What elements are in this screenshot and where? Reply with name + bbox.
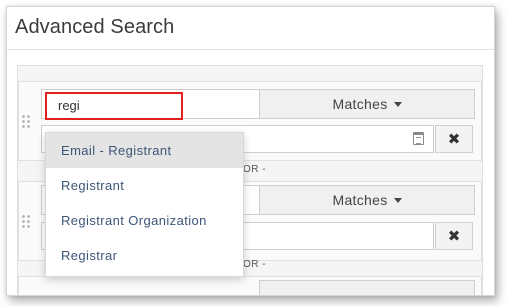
drag-handle-icon[interactable] — [21, 114, 31, 130]
page-title: Advanced Search — [15, 16, 175, 38]
close-icon: ✖ — [447, 228, 461, 245]
advanced-search-dialog: Advanced Search Matches ✖ OR - Matches ✖… — [6, 6, 495, 296]
dropdown-item-email-registrant[interactable]: Email - Registrant — [46, 133, 243, 168]
dropdown-item-registrant[interactable]: Registrant — [46, 168, 243, 203]
operator-label: Matches — [332, 192, 388, 208]
field-suggestions-dropdown: Email - Registrant Registrant Registrant… — [45, 132, 244, 277]
caret-down-icon — [393, 197, 402, 203]
or-separator-1: OR - — [243, 164, 267, 175]
criterion-row-3 — [18, 276, 482, 295]
field-search-input[interactable]: regi — [45, 92, 183, 120]
operator-label: Matches — [332, 96, 388, 112]
close-icon: ✖ — [447, 131, 461, 148]
operator-select-2[interactable]: Matches — [259, 185, 475, 215]
calendar-icon[interactable] — [413, 132, 424, 145]
operator-select-1[interactable]: Matches — [259, 89, 475, 119]
operator-select-3[interactable] — [259, 280, 475, 295]
remove-criterion-button-2[interactable]: ✖ — [435, 222, 473, 250]
remove-criterion-button-1[interactable]: ✖ — [435, 125, 473, 153]
drag-handle-icon[interactable] — [21, 214, 31, 230]
or-separator-2: OR - — [243, 259, 267, 270]
caret-down-icon — [393, 101, 402, 107]
title-divider — [7, 49, 494, 50]
dropdown-item-registrant-organization[interactable]: Registrant Organization — [46, 203, 243, 238]
dropdown-item-registrar[interactable]: Registrar — [46, 238, 243, 273]
